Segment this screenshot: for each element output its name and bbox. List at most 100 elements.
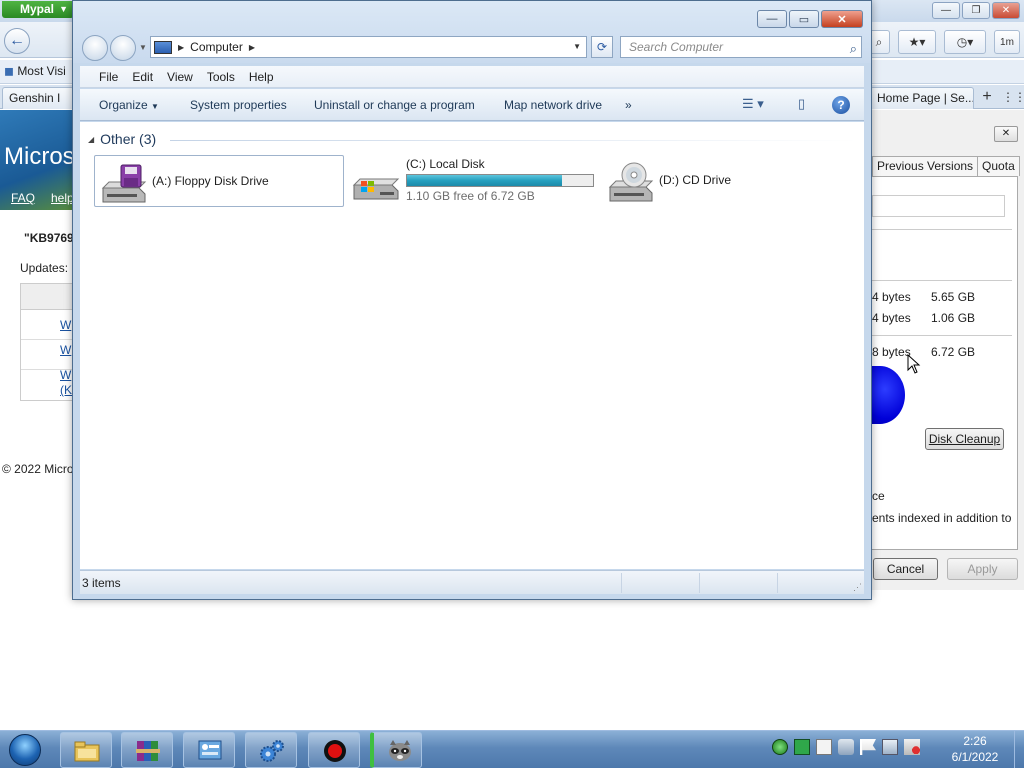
map-network-drive-button[interactable]: Map network drive [504, 98, 602, 112]
general-tab-panel: 4 bytes 5.65 GB 4 bytes 1.06 GB 8 bytes … [871, 176, 1018, 550]
show-desktop-button[interactable] [1014, 731, 1024, 768]
history-clock-button[interactable]: ◷▾ [944, 30, 986, 54]
menu-tools[interactable]: Tools [207, 70, 235, 84]
clock-date: 6/1/2022 [951, 750, 999, 764]
cancel-button[interactable]: Cancel [873, 558, 938, 580]
close-button[interactable]: ✕ [994, 126, 1018, 142]
explorer-window-controls: — ▭ ✕ [757, 10, 863, 28]
back-button[interactable] [82, 35, 108, 61]
taskbar-winrar[interactable] [121, 732, 173, 768]
uninstall-program-button[interactable]: Uninstall or change a program [314, 98, 475, 112]
group-header-other[interactable]: ◢ Other (3) [88, 131, 156, 147]
resize-grip-icon[interactable]: ⋰ [853, 582, 862, 593]
taskbar-recorder[interactable] [308, 732, 360, 768]
view-options-icon[interactable]: ☰ ▾ [742, 96, 764, 112]
security-check-icon[interactable] [838, 739, 854, 755]
forward-button[interactable] [110, 35, 136, 61]
menu-file[interactable]: File [99, 70, 118, 84]
search-placeholder: Search Computer [629, 40, 724, 54]
index-option-text[interactable]: ents indexed in addition to [872, 511, 1011, 525]
used-bytes: 4 bytes [872, 290, 911, 304]
breadcrumb-chevron-icon[interactable]: ▶ [249, 43, 255, 52]
chevron-down-icon[interactable]: ▼ [573, 42, 581, 51]
preview-pane-icon[interactable]: ▯ [798, 96, 805, 112]
taskbar-settings[interactable] [245, 732, 297, 768]
tab-previous-versions[interactable]: Previous Versions [872, 156, 979, 176]
tab-genshin[interactable]: Genshin I [2, 87, 74, 109]
minimize-button[interactable]: — [932, 2, 960, 19]
drive-floppy[interactable]: (A:) Floppy Disk Drive [94, 155, 344, 207]
tab-home-page[interactable]: Home Page | Se... [870, 87, 974, 109]
volume-muted-icon[interactable] [904, 739, 920, 755]
capacity-fill [407, 175, 563, 186]
maximize-button[interactable]: ▭ [789, 10, 819, 28]
minimize-button[interactable]: — [757, 10, 787, 28]
capacity-bytes: 8 bytes [872, 345, 911, 359]
help-icon[interactable]: ? [832, 96, 850, 114]
update-link[interactable]: W [60, 343, 71, 357]
organize-button[interactable]: Organize ▼ [99, 98, 159, 112]
menu-edit[interactable]: Edit [132, 70, 153, 84]
windows-logo-icon [9, 734, 41, 766]
bookmark-most-visited[interactable]: ◼ Most Visi [4, 64, 66, 78]
menu-help[interactable]: Help [249, 70, 274, 84]
menu-view[interactable]: View [167, 70, 193, 84]
mypal-menu-button[interactable]: Mypal ▼ [2, 1, 74, 18]
bookmark-star-button[interactable]: ★▾ [898, 30, 936, 54]
restore-button[interactable]: ❐ [962, 2, 990, 19]
action-center-flag-icon[interactable] [860, 739, 876, 755]
menu-bar: File Edit View Tools Help [80, 66, 864, 88]
taskbar-raccoon-app[interactable] [370, 732, 422, 768]
free-bytes: 4 bytes [872, 311, 911, 325]
tab-list-icon[interactable]: ⋮⋮ [1002, 87, 1024, 107]
drive-label-field[interactable] [872, 195, 1005, 217]
new-tab-button[interactable]: + [976, 87, 998, 107]
taskbar-control-panel[interactable] [183, 732, 235, 768]
globe-icon: ◼ [4, 64, 14, 78]
back-button[interactable]: ← [4, 28, 30, 54]
computer-explorer-window: — ▭ ✕ ▼ ▶ Computer ▶ ▼ ⟳ Search Computer… [72, 0, 872, 600]
taskbar-explorer[interactable] [60, 732, 112, 768]
search-icon[interactable]: ⌕ [850, 39, 857, 59]
system-tray [772, 739, 920, 755]
divider [621, 573, 622, 593]
settings-gears-icon [260, 740, 284, 762]
help-link[interactable]: help [51, 191, 74, 205]
button-label: Disk Cleanup [928, 432, 1001, 446]
more-commands-button[interactable]: » [625, 98, 632, 112]
banner-title: Micros [4, 143, 75, 170]
apply-button[interactable]: Apply [947, 558, 1018, 580]
system-clock[interactable]: 2:26 6/1/2022 [936, 733, 1014, 765]
tab-quota[interactable]: Quota [977, 156, 1020, 176]
compress-option-text[interactable]: ce [872, 489, 885, 503]
network-icon[interactable] [882, 739, 898, 755]
tab-label: Genshin I [9, 91, 61, 105]
recent-pages-dropdown[interactable]: ▼ [139, 43, 147, 52]
green-status-icon[interactable] [772, 739, 788, 755]
system-properties-button[interactable]: System properties [190, 98, 287, 112]
floppy-drive-icon [101, 164, 147, 203]
clipboard-icon[interactable] [816, 739, 832, 755]
breadcrumb-computer[interactable]: Computer [190, 40, 243, 54]
search-input[interactable]: Search Computer ⌕ [620, 36, 862, 58]
disk-cleanup-button[interactable]: Disk Cleanup [925, 428, 1004, 450]
breadcrumb-chevron-icon[interactable]: ▶ [178, 43, 184, 52]
addon-label: 1m [1000, 36, 1014, 48]
start-button[interactable] [6, 731, 46, 768]
address-bar[interactable]: ▶ Computer ▶ ▼ [150, 36, 587, 58]
update-link[interactable]: (K [60, 383, 72, 397]
close-button[interactable]: ✕ [992, 2, 1020, 19]
drive-cd-d[interactable]: (D:) CD Drive [602, 155, 762, 207]
drive-name: (C:) Local Disk [406, 157, 485, 171]
close-button[interactable]: ✕ [821, 10, 863, 28]
button-label: Cancel [886, 562, 925, 576]
refresh-button[interactable]: ⟳ [591, 36, 613, 58]
addon-button[interactable]: 1m [994, 30, 1020, 54]
update-link[interactable]: W [60, 318, 71, 332]
collapse-triangle-icon[interactable]: ◢ [88, 135, 94, 144]
update-link[interactable]: W [60, 368, 71, 382]
chevron-down-icon: ▼ [59, 4, 68, 14]
group-divider [170, 140, 858, 141]
tray-app-icon[interactable] [794, 739, 810, 755]
faq-link[interactable]: FAQ [11, 191, 35, 205]
